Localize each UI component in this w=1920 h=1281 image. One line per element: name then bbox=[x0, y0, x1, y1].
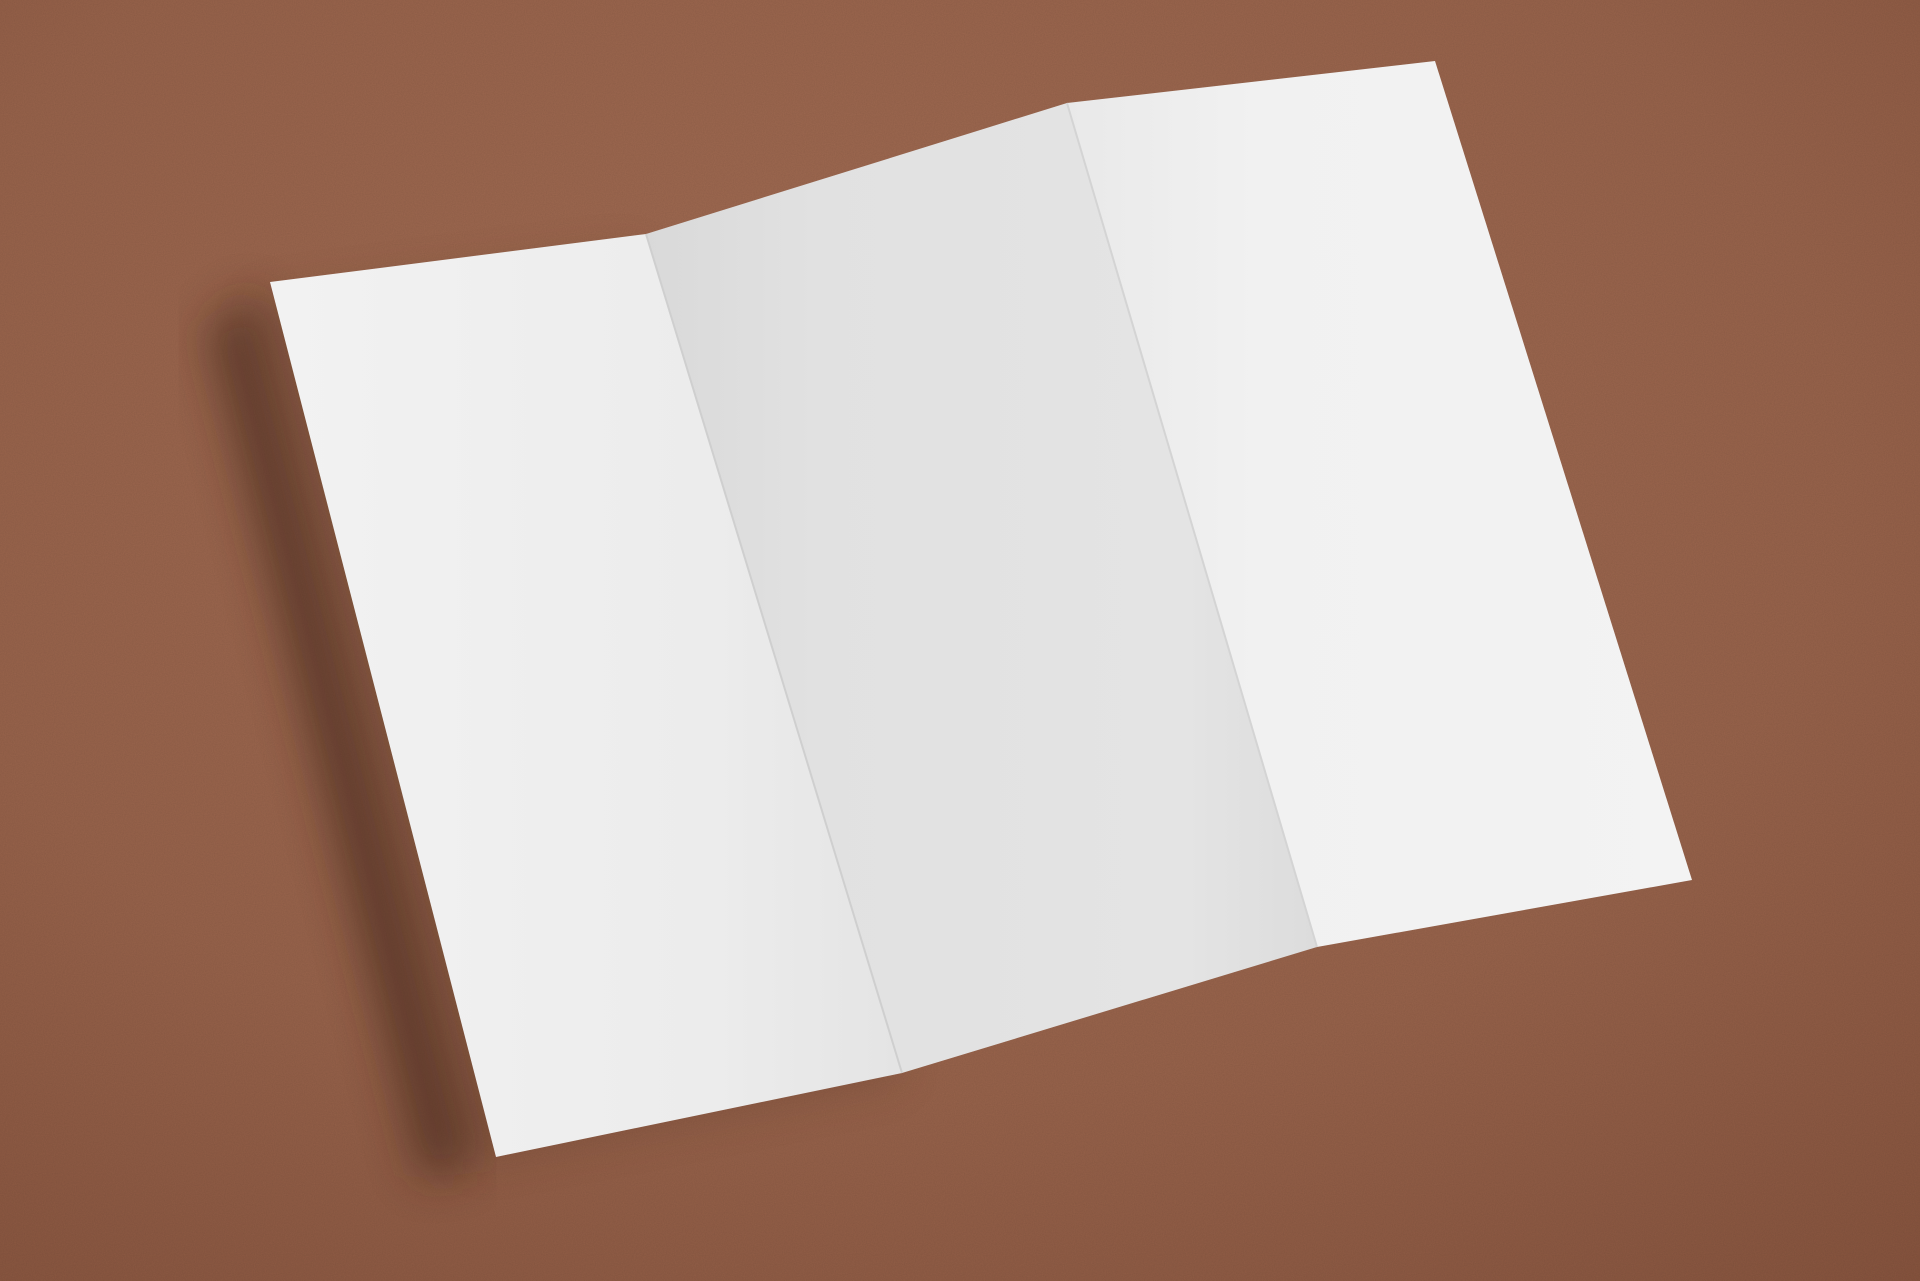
photo-canvas bbox=[0, 0, 1920, 1281]
photo-scene bbox=[0, 0, 1920, 1281]
